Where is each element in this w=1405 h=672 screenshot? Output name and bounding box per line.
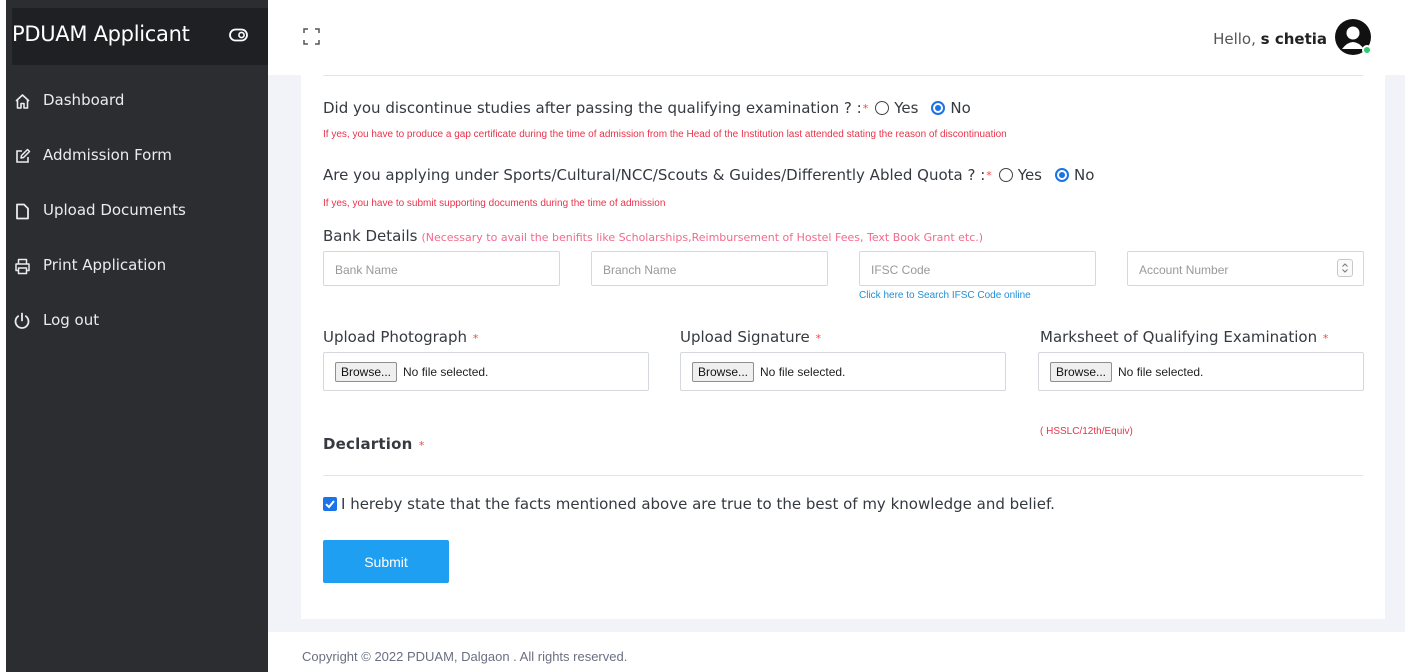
account-number-input[interactable]: Account Number <box>1127 251 1364 286</box>
bank-title-text: Bank Details <box>323 227 418 245</box>
divider <box>323 475 1363 476</box>
submit-button[interactable]: Submit <box>323 540 449 583</box>
signature-file-input[interactable]: Browse... No file selected. <box>680 352 1006 391</box>
question-text: Are you applying under Sports/Cultural/N… <box>323 166 986 184</box>
sidebar-item-label: Upload Documents <box>43 201 186 219</box>
placeholder: IFSC Code <box>871 263 931 277</box>
marksheet-file-input[interactable]: Browse... No file selected. <box>1038 352 1364 391</box>
sidebar-item-logout[interactable]: Log out <box>12 294 268 349</box>
question-text: Did you discontinue studies after passin… <box>323 99 862 117</box>
option-label: Yes <box>894 99 919 117</box>
required-mark: * <box>418 439 425 452</box>
home-icon <box>12 91 32 111</box>
required-mark: * <box>815 332 821 345</box>
upload-marksheet-label: Marksheet of Qualifying Examination * <box>1040 328 1331 346</box>
copyright-text: Copyright © 2022 PDUAM, Dalgaon . All ri… <box>302 649 628 664</box>
marksheet-note: ( HSSLC/12th/Equiv) <box>1040 426 1133 437</box>
branch-name-input[interactable]: Branch Name <box>591 251 828 286</box>
bank-hint: (Necessary to avail the benifits like Sc… <box>421 231 984 244</box>
declaration-title-text: Declartion <box>323 435 413 453</box>
browse-button[interactable]: Browse... <box>1050 361 1113 382</box>
option-label: Yes <box>1017 166 1042 184</box>
bank-name-input[interactable]: Bank Name <box>323 251 560 286</box>
upload-photograph-label: Upload Photograph * <box>323 328 481 346</box>
printer-icon <box>12 256 32 276</box>
sidebar-item-label: Log out <box>43 311 100 329</box>
ifsc-code-input[interactable]: IFSC Code <box>859 251 1096 286</box>
quota-note: If yes, you have to submit supporting do… <box>323 198 666 209</box>
sidebar-item-admission-form[interactable]: Addmission Form <box>12 129 268 184</box>
quota-no-radio[interactable] <box>1055 168 1069 182</box>
power-icon <box>12 311 32 331</box>
option-label: No <box>1074 166 1095 184</box>
edit-icon <box>12 146 32 166</box>
photograph-file-input[interactable]: Browse... No file selected. <box>323 352 649 391</box>
check-icon <box>325 500 335 509</box>
sidebar: PDUAM Applicant Dashboard Addmission For… <box>0 0 268 672</box>
required-mark: * <box>472 332 479 345</box>
fullscreen-icon[interactable] <box>303 28 320 45</box>
user-greeting: Hello, s chetia <box>1213 30 1327 48</box>
file-status: No file selected. <box>760 364 846 379</box>
sidebar-item-label: Dashboard <box>43 91 125 109</box>
upload-signature-label: Upload Signature * <box>680 328 824 346</box>
sidebar-toggle-icon[interactable] <box>229 28 248 42</box>
placeholder: Bank Name <box>335 263 398 277</box>
topbar: Hello, s chetia <box>268 0 1405 75</box>
option-label: No <box>950 99 971 117</box>
discontinue-no-radio[interactable] <box>931 101 946 115</box>
placeholder: Branch Name <box>603 263 677 277</box>
greeting-text: Hello, <box>1213 30 1256 48</box>
label-text: Upload Photograph <box>323 328 468 346</box>
required-mark: * <box>986 168 992 182</box>
sidebar-item-dashboard[interactable]: Dashboard <box>12 74 268 129</box>
required-mark: * <box>1322 332 1329 345</box>
sidebar-item-label: Print Application <box>43 256 167 274</box>
bank-details-title: Bank Details (Necessary to avail the beni… <box>323 227 983 245</box>
file-icon <box>12 201 32 221</box>
label-text: Upload Signature <box>680 328 810 346</box>
file-status: No file selected. <box>403 364 489 379</box>
number-spinner[interactable] <box>1337 259 1353 277</box>
declaration-checkbox[interactable] <box>323 497 337 511</box>
sidebar-nav: Dashboard Addmission Form Upload Documen… <box>12 74 268 349</box>
quota-yes-radio[interactable] <box>998 168 1013 182</box>
browse-button[interactable]: Browse... <box>335 361 398 382</box>
discontinue-yes-radio[interactable] <box>875 101 890 115</box>
brand-title: PDUAM Applicant <box>12 22 190 46</box>
discontinue-note: If yes, you have to produce a gap certif… <box>323 129 1007 140</box>
sidebar-item-label: Addmission Form <box>43 146 172 164</box>
required-mark: * <box>862 101 869 115</box>
brand-bar: PDUAM Applicant <box>12 8 268 65</box>
declaration-title: Declartion * <box>323 435 428 453</box>
discontinue-question: Did you discontinue studies after passin… <box>323 99 980 117</box>
sidebar-item-upload-documents[interactable]: Upload Documents <box>12 184 268 239</box>
admission-form-card: Did you discontinue studies after passin… <box>301 75 1385 619</box>
window-edge <box>0 0 6 672</box>
quota-question: Are you applying under Sports/Cultural/N… <box>323 166 1103 184</box>
declaration-text: I hereby state that the facts mentioned … <box>341 495 1055 513</box>
file-status: No file selected. <box>1118 364 1204 379</box>
footer: Copyright © 2022 PDUAM, Dalgaon . All ri… <box>268 632 1405 672</box>
ifsc-search-link[interactable]: Click here to Search IFSC Code online <box>859 290 1031 301</box>
divider <box>323 75 1363 76</box>
browse-button[interactable]: Browse... <box>692 361 755 382</box>
online-status-dot <box>1362 45 1372 55</box>
placeholder: Account Number <box>1139 263 1229 277</box>
spinner-arrows-icon <box>1342 263 1348 273</box>
user-name: s chetia <box>1260 30 1327 48</box>
label-text: Marksheet of Qualifying Examination <box>1040 328 1318 346</box>
sidebar-item-print-application[interactable]: Print Application <box>12 239 268 294</box>
